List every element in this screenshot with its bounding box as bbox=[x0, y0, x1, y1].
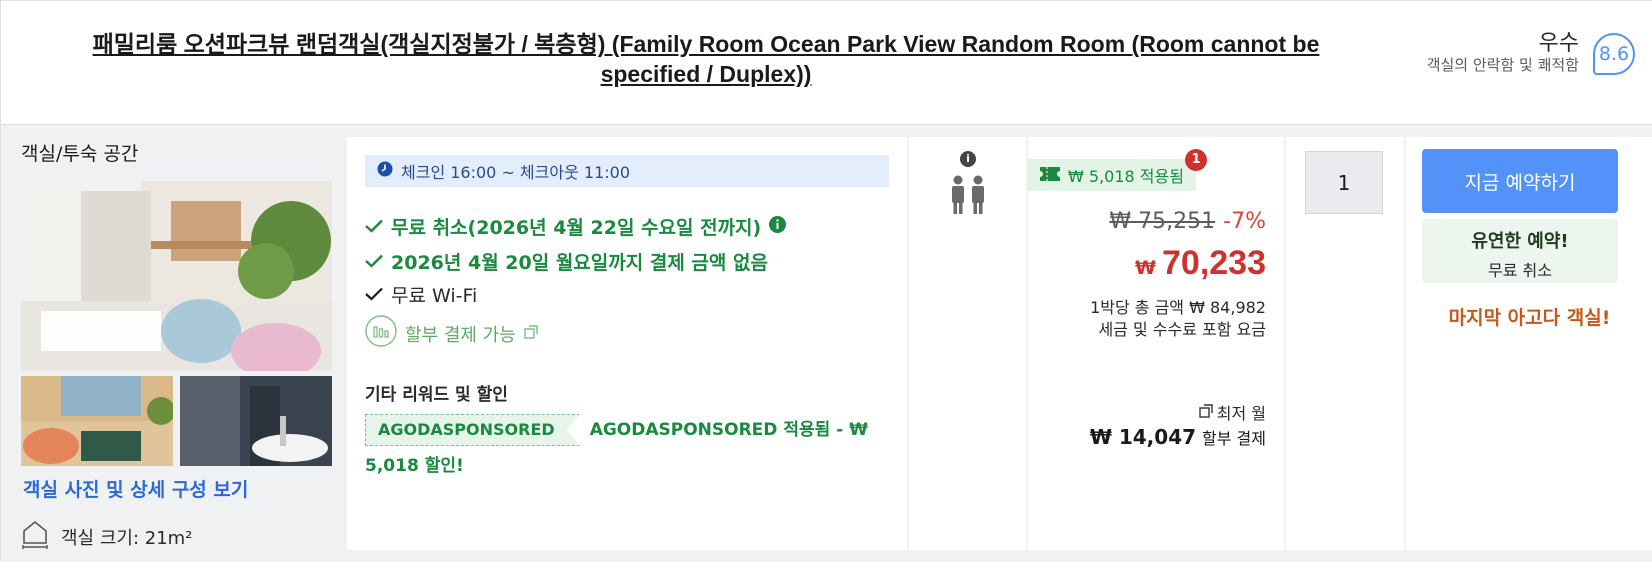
view-room-photos-link[interactable]: 객실 사진 및 상세 구성 보기 bbox=[23, 475, 248, 502]
info-icon[interactable] bbox=[769, 215, 787, 238]
room-photo-2-image bbox=[21, 376, 173, 466]
discount-applied-text: ₩ 5,018 적용됨 bbox=[1068, 167, 1184, 186]
rating-subtitle: 객실의 안락함 및 쾌적함 bbox=[1426, 56, 1579, 74]
installment-icon bbox=[365, 315, 397, 352]
book-now-button[interactable]: 지금 예약하기 bbox=[1422, 149, 1618, 213]
flexible-booking-box: 유연한 예약! 무료 취소 bbox=[1422, 219, 1618, 283]
checkin-text: 체크인 16:00 ~ 체크아웃 11:00 bbox=[401, 163, 631, 182]
installment-amount: ₩ 14,047 bbox=[1089, 425, 1197, 449]
benefit-wifi: 무료 Wi-Fi bbox=[365, 281, 477, 308]
room-content: 객실/투숙 공간 객실 사진 및 상세 구성 보기 객실 크기: 21m² 체크… bbox=[1, 125, 1652, 562]
room-header: 패밀리룸 오션파크뷰 랜덤객실(객실지정불가 / 복층형) (Family Ro… bbox=[1, 1, 1652, 125]
installment-text: 할부 결제 가능 bbox=[405, 324, 516, 346]
flexible-booking-subtitle: 무료 취소 bbox=[1488, 261, 1552, 280]
discount-applied-badge: ₩ 5,018 적용됨 bbox=[1028, 159, 1196, 191]
external-link-icon bbox=[524, 323, 538, 344]
room-photo-3-image bbox=[180, 376, 332, 466]
installment-price: ₩ 14,047 할부 결제 bbox=[1090, 425, 1266, 449]
installment-label: 할부 결제 bbox=[1202, 429, 1266, 448]
occupancy-panel: i bbox=[909, 137, 1026, 550]
flexible-booking-title: 유연한 예약! bbox=[1471, 231, 1569, 252]
room-gallery-column: 객실/투숙 공간 객실 사진 및 상세 구성 보기 객실 크기: 21m² bbox=[1, 125, 341, 562]
room-size: 객실 크기: 21m² bbox=[21, 519, 192, 554]
last-room-notice: 마지막 아고다 객실! bbox=[1448, 307, 1611, 329]
benefit-no-payment: 2026년 4월 20일 월요일까지 결제 금액 없음 bbox=[365, 248, 768, 275]
room-title-link[interactable]: 패밀리룸 오션파크뷰 랜덤객실(객실지정불가 / 복층형) (Family Ro… bbox=[61, 29, 1351, 89]
check-icon bbox=[365, 216, 383, 238]
coupon-tag: AGODASPONSORED bbox=[365, 414, 580, 446]
booking-panel: 지금 예약하기 유연한 예약! 무료 취소 마지막 아고다 객실! bbox=[1406, 137, 1652, 550]
per-night-total: 1박당 총 금액 ₩ 84,982 bbox=[1090, 298, 1266, 317]
room-size-text: 객실 크기: 21m² bbox=[61, 527, 193, 549]
benefit-free-cancel: 무료 취소(2026년 4월 22일 수요일 전까지) bbox=[365, 213, 787, 240]
final-price: ₩ 70,233 bbox=[1135, 244, 1266, 283]
no-payment-text: 2026년 4월 20일 월요일까지 결제 금액 없음 bbox=[391, 252, 768, 274]
rewards-title: 기타 리워드 및 할인 bbox=[365, 385, 508, 405]
room-quantity-panel: 1 bbox=[1286, 137, 1404, 550]
info-icon[interactable]: i bbox=[960, 151, 976, 167]
two-guests-icon bbox=[949, 175, 987, 219]
benefits-panel: 체크인 16:00 ~ 체크아웃 11:00 무료 취소(2026년 4월 22… bbox=[347, 137, 907, 550]
gallery-title: 객실/투숙 공간 bbox=[21, 143, 139, 165]
review-score-badge: 8.6 bbox=[1593, 33, 1635, 75]
house-size-icon bbox=[21, 519, 49, 554]
room-quantity-select[interactable]: 1 bbox=[1305, 151, 1383, 214]
price-panel: ₩ 5,018 적용됨 1 ₩ 75,251 -7% ₩ 70,233 1박당 … bbox=[1028, 137, 1284, 550]
check-icon bbox=[365, 251, 383, 273]
price-detail: 1박당 총 금액 ₩ 84,982 세금 및 수수료 포함 요금 bbox=[1090, 297, 1266, 341]
external-link-icon bbox=[1199, 403, 1213, 422]
wifi-text: 무료 Wi-Fi bbox=[391, 285, 478, 307]
monthly-label-text: 최저 월 bbox=[1216, 404, 1266, 423]
room-card: 패밀리룸 오션파크뷰 랜덤객실(객실지정불가 / 복층형) (Family Ro… bbox=[0, 0, 1652, 562]
discount-percent: -7% bbox=[1223, 209, 1266, 234]
room-photo-2[interactable] bbox=[21, 376, 173, 466]
monthly-installment-label[interactable]: 최저 월 bbox=[1199, 400, 1266, 424]
check-icon bbox=[365, 284, 383, 306]
benefit-installment[interactable]: 할부 결제 가능 bbox=[365, 315, 538, 352]
notification-badge: 1 bbox=[1185, 149, 1207, 171]
room-photo-main[interactable] bbox=[21, 181, 332, 371]
tax-note: 세금 및 수수료 포함 요금 bbox=[1098, 320, 1266, 339]
clock-icon bbox=[377, 161, 393, 181]
coupon-row: AGODASPONSORED AGODASPONSORED 적용됨 - ₩ 5,0… bbox=[365, 412, 885, 484]
currency-symbol: ₩ bbox=[1135, 257, 1156, 279]
original-price: ₩ 75,251 bbox=[1109, 209, 1216, 234]
final-price-amount: 70,233 bbox=[1162, 244, 1266, 282]
ticket-icon bbox=[1040, 166, 1060, 185]
original-price-row: ₩ 75,251 -7% bbox=[1109, 209, 1266, 234]
room-photo-main-image bbox=[21, 181, 332, 371]
checkin-times: 체크인 16:00 ~ 체크아웃 11:00 bbox=[365, 155, 889, 187]
rating-label: 우수 bbox=[1538, 31, 1579, 56]
free-cancel-text: 무료 취소(2026년 4월 22일 수요일 전까지) bbox=[391, 217, 762, 239]
room-photo-3[interactable] bbox=[180, 376, 332, 466]
